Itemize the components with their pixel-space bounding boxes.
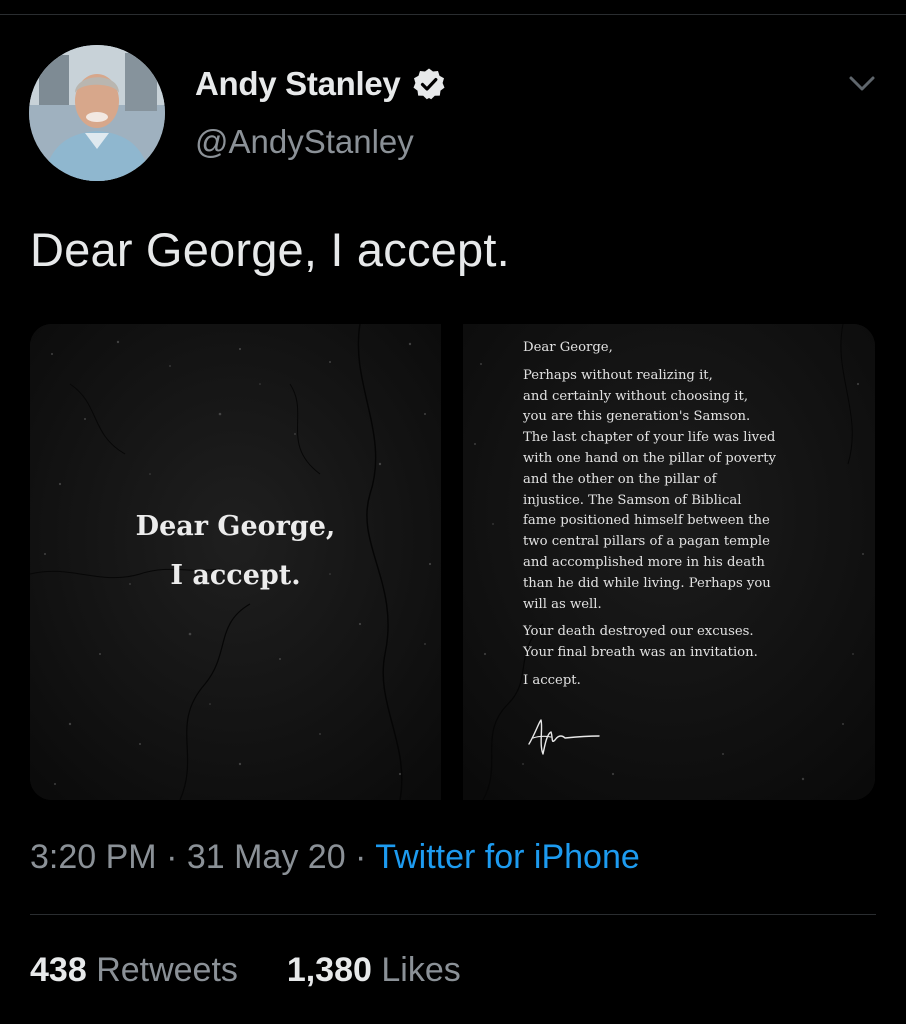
- author-handle[interactable]: @AndyStanley: [195, 123, 414, 161]
- retweets-stat[interactable]: 438 Retweets: [30, 951, 247, 989]
- letter-line: two central pillars of a pagan temple: [523, 534, 770, 550]
- divider: [30, 914, 876, 915]
- avatar-photo-icon: [29, 45, 165, 181]
- letter-line: with one hand on the pillar of poverty: [523, 450, 776, 466]
- letter-line: and the other on the pillar of: [523, 471, 717, 487]
- author-name[interactable]: Andy Stanley: [195, 65, 401, 103]
- author-name-row: Andy Stanley: [195, 60, 446, 108]
- letter-line: Perhaps without realizing it,: [523, 367, 713, 383]
- retweets-count: 438: [30, 951, 87, 989]
- top-divider: [0, 14, 906, 15]
- letter-line: will as well.: [523, 596, 602, 612]
- letter-text: Dear George, Perhaps without realizing i…: [523, 338, 858, 694]
- tweet-source-link[interactable]: Twitter for iPhone: [375, 838, 640, 876]
- tweet-stats: 438 Retweets 1,380 Likes: [30, 951, 461, 990]
- letter-line: The last chapter of your life was lived: [523, 430, 776, 446]
- letter-line: than he did while living. Perhaps you: [523, 575, 771, 591]
- letter-line: Your final breath was an invitation.: [523, 645, 758, 661]
- caption-line: I accept.: [170, 560, 301, 591]
- verified-badge-icon: [412, 67, 446, 101]
- meta-separator: ·: [345, 838, 376, 876]
- tweet-time[interactable]: 3:20 PM: [30, 838, 157, 876]
- letter-line: Your death destroyed our excuses.: [523, 624, 754, 640]
- letter-line: you are this generation's Samson.: [523, 409, 751, 425]
- media-image-left[interactable]: Dear George, I accept.: [30, 324, 441, 800]
- likes-count: 1,380: [286, 951, 372, 989]
- chevron-down-icon[interactable]: [845, 68, 879, 98]
- likes-stat[interactable]: 1,380 Likes: [277, 951, 461, 989]
- media-image-right[interactable]: Dear George, Perhaps without realizing i…: [463, 324, 875, 800]
- tweet-meta: 3:20 PM · 31 May 20 · Twitter for iPhone: [30, 838, 640, 877]
- signature-icon: [525, 714, 605, 762]
- letter-line: and certainly without choosing it,: [523, 388, 749, 404]
- tweet-date[interactable]: 31 May 20: [187, 838, 346, 876]
- retweets-label: Retweets: [96, 951, 238, 989]
- letter-paragraph-2: Your death destroyed our excuses. Your f…: [523, 622, 858, 664]
- tweet-text: Dear George, I accept.: [30, 223, 510, 276]
- left-image-caption: Dear George, I accept.: [30, 502, 441, 600]
- meta-separator: ·: [156, 838, 187, 876]
- letter-line: fame positioned himself between the: [523, 513, 770, 529]
- avatar[interactable]: [29, 45, 165, 181]
- likes-label: Likes: [381, 951, 461, 989]
- letter-line: and accomplished more in his death: [523, 554, 765, 570]
- letter-signoff: I accept.: [523, 672, 581, 688]
- caption-line: Dear George,: [135, 511, 336, 542]
- letter-line: injustice. The Samson of Biblical: [523, 492, 742, 508]
- letter-salutation: Dear George,: [523, 340, 613, 355]
- letter-paragraph-1: Perhaps without realizing it, and certai…: [523, 366, 858, 616]
